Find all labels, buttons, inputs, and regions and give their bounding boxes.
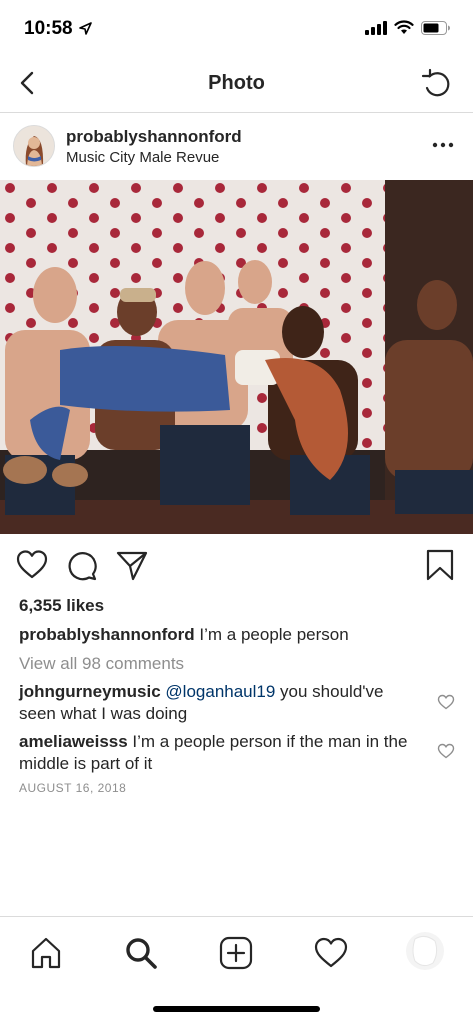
post-header: probablyshannonford Music City Male Revu… [0,113,473,179]
caption-username[interactable]: probablyshannonford [19,625,195,644]
profile-avatar-icon[interactable] [405,931,445,971]
battery-icon [421,20,450,35]
heart-icon[interactable] [15,548,49,582]
view-all-comments-link[interactable]: View all 98 comments [19,654,184,674]
more-options-icon[interactable] [431,135,455,155]
comment-username[interactable]: johngurneymusic [19,682,161,701]
comment-like-icon[interactable] [437,694,455,710]
comment-mention[interactable]: @loganhaul19 [165,682,275,701]
add-post-icon[interactable] [218,935,254,971]
comment-item: johngurneymusic @loganhaul19 you should'… [19,681,419,725]
comment-item: ameliaweisss I’m a people person if the … [19,731,419,775]
post-photo[interactable] [0,180,473,534]
page-title: Photo [208,72,265,94]
status-time: 10:58 [24,18,73,39]
home-icon[interactable] [28,935,64,971]
status-bar: 10:58 [0,0,473,58]
post-image [0,180,473,534]
comment-username[interactable]: ameliaweisss [19,732,128,751]
caption-text: I’m a people person [194,625,349,644]
likes-count[interactable]: 6,355 likes [19,596,104,616]
bookmark-icon[interactable] [423,548,457,582]
post-location[interactable]: Music City Male Revue [66,149,219,166]
avatar-photo [14,126,54,166]
avatar[interactable] [13,125,55,167]
comment-icon[interactable] [65,548,99,582]
post-date: AUGUST 16, 2018 [19,781,127,795]
search-icon[interactable] [123,935,159,971]
comment-like-icon[interactable] [437,743,455,759]
location-arrow-icon [79,22,92,35]
wifi-icon [394,20,414,34]
nav-bar: Photo [0,58,473,113]
signal-bars-icon [365,20,387,35]
post-caption: probablyshannonford I’m a people person [19,625,459,645]
post-actions [0,540,473,590]
status-indicators [365,20,451,35]
share-icon[interactable] [115,548,149,582]
post-username[interactable]: probablyshannonford [66,127,242,147]
home-indicator[interactable] [153,1006,320,1012]
activity-heart-icon[interactable] [313,935,349,971]
refresh-icon[interactable] [419,66,455,102]
